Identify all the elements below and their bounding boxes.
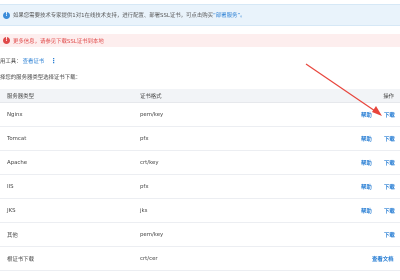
cert-format: pem/key bbox=[140, 231, 164, 238]
table-row: Nginx pem/key 帮助 下载 bbox=[0, 103, 400, 127]
error-alert: ! 更多信息，请参见下载SSL证书到本地 bbox=[0, 34, 400, 47]
help-link[interactable]: 帮助 bbox=[361, 207, 372, 215]
cert-format: pfx bbox=[140, 183, 149, 190]
download-link[interactable]: 下载 bbox=[384, 207, 395, 215]
info-icon: ! bbox=[3, 11, 10, 19]
cert-format: crt/key bbox=[140, 159, 159, 166]
cert-format: pem/key bbox=[140, 111, 164, 118]
alert-text: 更多信息，请参见下载SSL证书到本地 bbox=[13, 38, 104, 45]
table-row: JKS jks 帮助 下载 bbox=[0, 199, 400, 223]
download-link[interactable]: 下载 bbox=[384, 135, 395, 143]
select-server-hint: 择您的服务器类型选择证书下载： bbox=[0, 75, 81, 81]
banner-text: 如果您需要技术专家提供1对1在线技术支持，进行配置、部署SSL证书，可点击购买 bbox=[13, 13, 213, 19]
server-type: Tomcat bbox=[7, 135, 27, 142]
tools-line: 用工具： 查看证书 ⋮ bbox=[0, 57, 57, 65]
header-server-type: 服务器类型 bbox=[7, 93, 34, 100]
server-type: 其他 bbox=[7, 232, 18, 239]
help-link[interactable]: 帮助 bbox=[361, 159, 372, 167]
server-type: Apache bbox=[7, 159, 28, 166]
table-row: 其他 pem/key 下载 bbox=[0, 223, 400, 247]
download-link[interactable]: 下载 bbox=[384, 111, 395, 119]
download-link[interactable]: 下载 bbox=[384, 231, 395, 239]
info-banner: ! 如果您需要技术专家提供1对1在线技术支持，进行配置、部署SSL证书，可点击购… bbox=[0, 4, 400, 26]
help-link[interactable]: 帮助 bbox=[361, 111, 372, 119]
table-row: IIS pfx 帮助 下载 bbox=[0, 175, 400, 199]
server-type: JKS bbox=[7, 207, 16, 214]
help-link[interactable]: 帮助 bbox=[361, 135, 372, 143]
header-cert-format: 证书格式 bbox=[140, 93, 162, 100]
view-certificate-link[interactable]: 查看证书 bbox=[23, 57, 45, 65]
cert-format: jks bbox=[140, 207, 148, 214]
deploy-service-link[interactable]: “部署服务”。 bbox=[213, 11, 246, 19]
download-link[interactable]: 下载 bbox=[384, 183, 395, 191]
server-type: 根证书下载 bbox=[7, 256, 34, 263]
cert-format: pfx bbox=[140, 135, 149, 142]
server-type: IIS bbox=[7, 183, 14, 190]
table-header: 服务器类型 证书格式 操作 bbox=[0, 89, 400, 103]
table-row: Tomcat pfx 帮助 下载 bbox=[0, 127, 400, 151]
server-type: Nginx bbox=[7, 111, 23, 118]
header-action: 操作 bbox=[383, 93, 394, 100]
view-docs-link[interactable]: 查看文档 bbox=[372, 255, 394, 263]
error-icon: ! bbox=[3, 37, 10, 44]
more-icon[interactable]: ⋮ bbox=[50, 57, 57, 64]
table-row: Apache crt/key 帮助 下载 bbox=[0, 151, 400, 175]
cert-format: crt/cer bbox=[140, 255, 158, 262]
table-row: 根证书下载 crt/cer 查看文档 bbox=[0, 247, 400, 271]
download-link[interactable]: 下载 bbox=[384, 159, 395, 167]
tools-label: 用工具： bbox=[0, 59, 22, 65]
help-link[interactable]: 帮助 bbox=[361, 183, 372, 191]
certificate-download-table: 服务器类型 证书格式 操作 Nginx pem/key 帮助 下载 Tomcat… bbox=[0, 89, 400, 271]
